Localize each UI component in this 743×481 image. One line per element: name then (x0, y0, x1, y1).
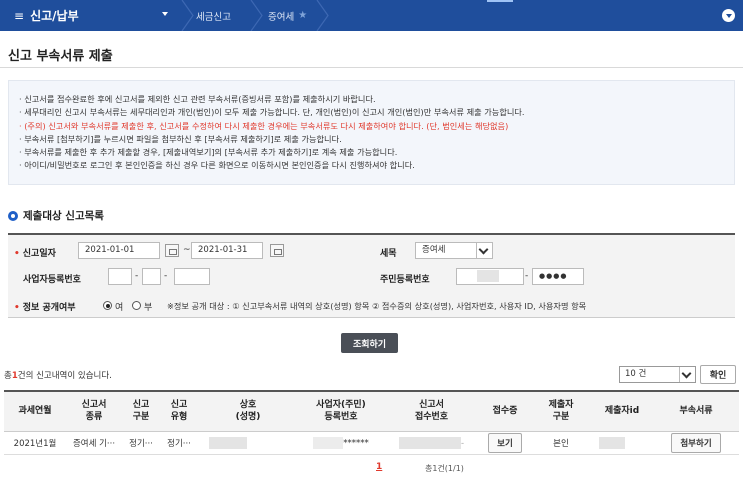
resno-front-input[interactable] (456, 268, 524, 285)
redacted-receipt (398, 436, 461, 449)
bizno-part3-input[interactable] (174, 268, 210, 285)
resno-back-input[interactable]: ●●●● (532, 268, 584, 285)
col-header: 사업자(주민) 등록번호 (298, 390, 384, 432)
calendar-icon[interactable] (270, 244, 284, 257)
nav-accent (487, 0, 513, 2)
public-no-radio[interactable] (132, 301, 141, 310)
cell-submitter-id (591, 431, 653, 455)
star-icon[interactable]: ★ (298, 10, 307, 21)
cell-regno: ****** (298, 431, 384, 455)
col-header: 신고 유형 (160, 390, 198, 432)
notice-line: 부속서류 [첨부하기]를 누르시면 파일을 첨부하신 후 [부속서류 제출하기]… (19, 133, 734, 146)
date-from-input[interactable]: 2021-01-01 (78, 242, 160, 259)
public-note: ※정보 공개 대상 : ① 신고부속서류 내역의 상호(성명) 항목 ② 접수증… (167, 301, 587, 311)
breadcrumb-label: 증여세 (268, 11, 295, 23)
redacted-id (599, 436, 625, 449)
public-label: • 정보 공개여부 (14, 303, 76, 313)
notice-box: 신고서를 접수완료한 후에 신고서를 제외한 신고 관련 부속서류(증빙서류 포… (8, 80, 735, 185)
breadcrumb-separator-icon (316, 0, 329, 31)
notice-line: 아이디/비밀번호로 로그인 후 본인인증을 하신 경우 다른 화면으로 이동하시… (19, 159, 734, 172)
dash: - (164, 271, 168, 281)
attach-button[interactable]: 첨부하기 (671, 432, 721, 453)
report-table: 과세연월 신고서 종류 신고 구분 신고 유형 상호 (성명) 사업자(주민) … (4, 390, 739, 455)
breadcrumb-gift-tax[interactable]: 증여세 ★ (268, 0, 307, 31)
page-total: 총1건(1/1) (425, 464, 464, 473)
calendar-icon[interactable] (165, 244, 179, 257)
page-title: 신고 부속서류 제출 (8, 49, 113, 64)
dash: - (525, 271, 529, 281)
cell-type: 정기··· (122, 431, 160, 455)
public-yes-radio[interactable] (103, 301, 112, 310)
notice-line-warning: (주의) 신고서와 부속서류를 제출한 후, 신고서를 수정하여 다시 제출한 … (19, 120, 734, 133)
col-header: 접수증 (479, 390, 531, 432)
date-label: • 신고일자 (14, 249, 56, 259)
tax-select-value: 증여세 (422, 245, 446, 255)
col-header: 신고서 종류 (66, 390, 122, 432)
resno-label: 주민등록번호 (380, 275, 430, 285)
view-receipt-button[interactable]: 보기 (488, 432, 522, 453)
section-title: 제출대상 신고목록 (23, 210, 104, 222)
result-count: 총1건의 신고내역이 있습니다. (4, 371, 112, 381)
cell-period: 2021년1월 (4, 431, 66, 455)
breadcrumb-separator-icon (181, 0, 194, 31)
table-row: 2021년1월 증여세 기··· 정기··· 정기··· ****** - 보기… (4, 431, 739, 455)
bullet-icon (8, 210, 18, 221)
bizno-part1-input[interactable] (108, 268, 132, 285)
search-button[interactable]: 조회하기 (341, 333, 398, 353)
date-separator: ~ (183, 245, 191, 255)
top-nav-bar: ≡ 신고/납부 세금신고 증여세 ★ (0, 0, 743, 31)
cell-submitter: 본인 (531, 431, 591, 455)
chevron-down-icon (476, 243, 492, 258)
regno-masked: ****** (343, 438, 369, 448)
tax-select[interactable]: 증여세 (415, 242, 493, 259)
hamburger-icon: ≡ (14, 8, 25, 23)
cell-form: 정기··· (160, 431, 198, 455)
cell-receipt-no: - (384, 431, 479, 455)
date-to-input[interactable]: 2021-01-31 (191, 242, 263, 259)
section-heading: 제출대상 신고목록 (8, 208, 104, 223)
confirm-button[interactable]: 확인 (700, 365, 736, 384)
col-header: 과세연월 (4, 390, 66, 432)
chevron-down-icon (725, 14, 732, 18)
redacted-name (209, 436, 247, 449)
table-header-row: 과세연월 신고서 종류 신고 구분 신고 유형 상호 (성명) 사업자(주민) … (4, 390, 739, 432)
public-no-label: 부 (144, 303, 153, 313)
cell-receipt: 보기 (479, 431, 531, 455)
bizno-part2-input[interactable] (142, 268, 161, 285)
col-header: 부속서류 (653, 390, 739, 432)
bizno-label: 사업자등록번호 (23, 275, 81, 285)
notice-line: 부속서류를 제출한 후 추가 제출할 경우, [제출내역보기]의 [부속서류 추… (19, 146, 734, 159)
page-link-current[interactable]: 1 (376, 462, 382, 472)
col-header: 제출자id (591, 390, 653, 432)
public-yes-label: 여 (115, 303, 124, 313)
page-size-value: 10 건 (625, 369, 647, 379)
chevron-down-icon (679, 367, 695, 382)
main-menu-label: 신고/납부 (30, 9, 79, 23)
page-size-select[interactable]: 10 건 (619, 366, 696, 383)
breadcrumb-separator-icon (250, 0, 263, 31)
expand-menu-button[interactable] (722, 9, 735, 22)
dash: - (135, 271, 139, 281)
main-menu-button[interactable]: ≡ 신고/납부 (0, 0, 183, 31)
notice-line: 세무대리인 신고시 부속서류는 세무대리인과 개인(법인)이 모두 제출 가능합… (19, 106, 734, 119)
breadcrumb-tax-report[interactable]: 세금신고 (196, 0, 231, 31)
notice-line: 신고서를 접수완료한 후에 신고서를 제외한 신고 관련 부속서류(증빙서류 포… (19, 93, 734, 106)
col-header: 신고 구분 (122, 390, 160, 432)
cell-kind: 증여세 기··· (66, 431, 122, 455)
divider (0, 67, 743, 68)
cell-name (198, 431, 298, 455)
breadcrumb-label: 세금신고 (196, 11, 231, 23)
col-header: 상호 (성명) (198, 390, 298, 432)
tax-label: 세목 (380, 249, 397, 259)
cell-attach: 첨부하기 (653, 431, 739, 455)
col-header: 제출자 구분 (531, 390, 591, 432)
search-form: • 신고일자 2021-01-01 ~ 2021-01-31 세목 증여세 사업자… (8, 233, 735, 318)
col-header: 신고서 접수번호 (384, 390, 479, 432)
chevron-down-icon (162, 12, 168, 16)
